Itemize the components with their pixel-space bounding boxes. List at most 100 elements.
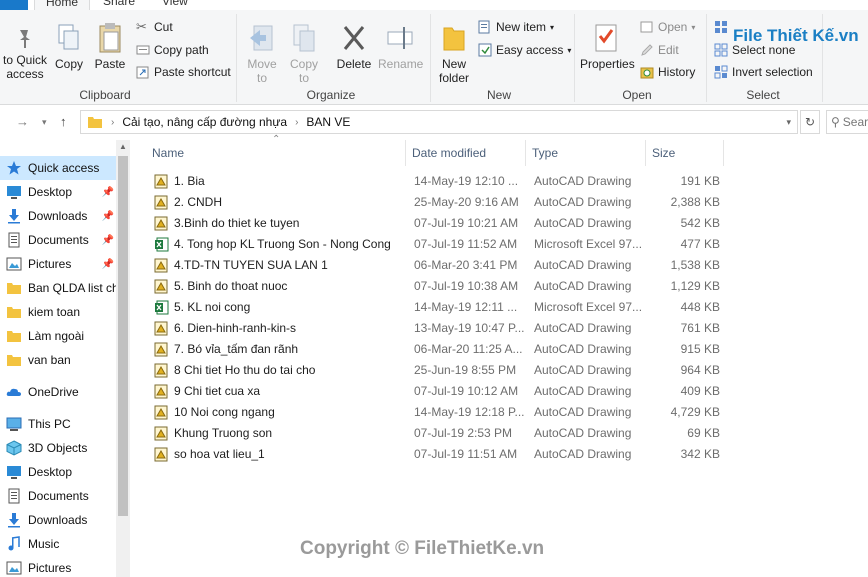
breadcrumb-item[interactable]: Cải tạo, nâng cấp đường nhựa	[122, 115, 287, 129]
nav-item[interactable]: 3D Objects	[0, 436, 116, 460]
delete-button[interactable]: Delete	[334, 22, 374, 71]
rename-button[interactable]: Rename	[378, 22, 423, 71]
file-row[interactable]: so hoa vat lieu_1 07-Jul-19 11:51 AM AutoC…	[148, 444, 728, 465]
file-row[interactable]: 4. Tong hop KL Truong Son - Nong Cong 07-…	[148, 234, 728, 255]
nav-item-label: Music	[28, 537, 60, 551]
nav-item[interactable]: Documents 📌	[0, 228, 116, 252]
file-row[interactable]: 8 Chi tiet Ho thu do tai cho 25-Jun-19 8:…	[148, 360, 728, 381]
file-row[interactable]: Khung Truong son 07-Jul-19 2:53 PM AutoCAD…	[148, 423, 728, 444]
pin-to-quick-access-button[interactable]: to Quick access	[0, 26, 50, 81]
easy-access-button[interactable]: Easy access ▾	[478, 43, 571, 57]
copy-to-icon	[293, 24, 315, 52]
invert-selection-button[interactable]: Invert selection	[714, 65, 813, 79]
select-none-icon	[714, 43, 728, 57]
nav-item-label: Documents	[28, 233, 89, 247]
folder-icon	[6, 352, 22, 368]
nav-item[interactable]: Ban QLDA list ch	[0, 276, 116, 300]
file-name: 2. CNDH	[174, 195, 223, 209]
new-item-button[interactable]: New item ▾	[478, 20, 554, 34]
file-name: 5. KL noi cong	[174, 300, 251, 314]
history-button[interactable]: History	[640, 65, 695, 79]
new-folder-button[interactable]: New folder	[436, 22, 472, 85]
scrollbar-thumb[interactable]	[118, 156, 128, 516]
tab-share[interactable]: Share	[103, 0, 135, 10]
file-row[interactable]: 9 Chi tiet cua xa 07-Jul-19 10:12 AM AutoC…	[148, 381, 728, 402]
folder-icon	[6, 328, 22, 344]
file-type: AutoCAD Drawing	[534, 447, 632, 461]
nav-item[interactable]: van ban	[0, 348, 116, 372]
paste-button[interactable]: Paste	[94, 22, 126, 71]
copy-button[interactable]: Copy	[54, 22, 84, 71]
paste-icon	[99, 23, 121, 53]
autocad-file-icon	[154, 363, 169, 378]
select-group-label: Select	[746, 88, 780, 102]
autocad-file-icon	[154, 174, 169, 189]
nav-item[interactable]: Quick access	[0, 156, 116, 180]
up-arrow-icon[interactable]: ↑	[60, 114, 67, 129]
refresh-button[interactable]: ↻	[800, 110, 820, 134]
column-header-type[interactable]: Type	[526, 140, 646, 166]
nav-item[interactable]: Làm ngoài	[0, 324, 116, 348]
dropdown-icon: ▾	[567, 45, 572, 55]
move-to-button[interactable]: Move to	[244, 22, 280, 85]
file-name: so hoa vat lieu_1	[174, 447, 265, 461]
properties-button[interactable]: Properties	[580, 22, 635, 71]
file-date: 07-Jul-19 10:21 AM	[414, 216, 519, 230]
breadcrumb-item[interactable]: BAN VE	[306, 115, 350, 129]
chevron-right-icon: ›	[295, 116, 299, 128]
nav-item[interactable]: Documents	[0, 484, 116, 508]
nav-item[interactable]: Downloads 📌	[0, 204, 116, 228]
file-row[interactable]: 3.Binh do thiet ke tuyen 07-Jul-19 10:21 …	[148, 213, 728, 234]
scroll-up-icon[interactable]: ▲	[119, 142, 127, 151]
nav-item[interactable]: OneDrive	[0, 380, 116, 404]
download-icon	[6, 208, 22, 224]
nav-item[interactable]: This PC	[0, 412, 116, 436]
search-placeholder: Search	[842, 115, 868, 129]
paste-shortcut-button[interactable]: Paste shortcut	[136, 65, 231, 79]
folder-icon	[6, 304, 22, 320]
tab-file[interactable]	[0, 0, 28, 10]
nav-item[interactable]: Pictures	[0, 556, 116, 577]
folder-icon	[6, 280, 22, 296]
copy-path-button[interactable]: Copy path	[136, 43, 209, 57]
new-item-icon	[478, 20, 490, 34]
nav-scrollbar[interactable]: ▲	[116, 140, 130, 577]
search-input[interactable]: ⚲ Search	[826, 110, 868, 134]
nav-item[interactable]: Downloads	[0, 508, 116, 532]
file-row[interactable]: 10 Noi cong ngang 14-May-19 12:18 P... Aut…	[148, 402, 728, 423]
address-bar[interactable]: › Cải tạo, nâng cấp đường nhựa › BAN VE …	[80, 110, 798, 134]
address-dropdown-icon[interactable]: ▾	[786, 117, 791, 128]
file-type: AutoCAD Drawing	[534, 258, 632, 272]
cut-button[interactable]: ✂ Cut	[136, 20, 173, 35]
nav-item-label: van ban	[28, 353, 71, 367]
file-row[interactable]: 2. CNDH 25-May-20 9:16 AM AutoCAD Drawing 2…	[148, 192, 728, 213]
column-header-size[interactable]: Size	[646, 140, 724, 166]
nav-item[interactable]: Desktop	[0, 460, 116, 484]
back-arrow-icon[interactable]: →	[16, 114, 29, 129]
edit-label: Edit	[658, 43, 679, 57]
recent-locations-chevron-icon[interactable]: ▾	[42, 117, 47, 128]
nav-item[interactable]: Music	[0, 532, 116, 556]
open-button[interactable]: Open ▾	[640, 20, 695, 34]
nav-item[interactable]: kiem toan	[0, 300, 116, 324]
ribbon: to Quick access Copy Paste ✂ Cut Copy pa…	[0, 10, 868, 105]
file-date: 14-May-19 12:10 ...	[414, 174, 519, 188]
navigation-pane: Quick access Desktop 📌 Downloads 📌 Documents 📌…	[0, 140, 130, 577]
nav-item[interactable]: Pictures 📌	[0, 252, 116, 276]
nav-item-label: Downloads	[28, 513, 88, 527]
tab-home[interactable]: Home	[34, 0, 90, 10]
tab-view[interactable]: View	[162, 0, 188, 10]
column-header-name[interactable]: Name	[146, 140, 406, 166]
column-header-date[interactable]: Date modified	[406, 140, 526, 166]
file-row[interactable]: 7. Bó vỉa_tấm đan rãnh 06-Mar-20 11:25 A.…	[148, 339, 728, 360]
file-row[interactable]: 4.TD-TN TUYEN SUA LAN 1 06-Mar-20 3:41 PM…	[148, 255, 728, 276]
edit-button[interactable]: Edit	[640, 43, 679, 57]
file-row[interactable]: 5. Binh do thoat nuoc 07-Jul-19 10:38 AM A…	[148, 276, 728, 297]
file-size: 1,129 KB	[670, 279, 720, 293]
file-row[interactable]: 5. KL noi cong 14-May-19 12:11 ... Microso…	[148, 297, 728, 318]
nav-item[interactable]: Desktop 📌	[0, 180, 116, 204]
file-row[interactable]: 1. Bia 14-May-19 12:10 ... AutoCAD Drawing…	[148, 171, 728, 192]
copy-to-button[interactable]: Copy to	[286, 22, 322, 85]
file-row[interactable]: 6. Dien-hinh-ranh-kin-s 13-May-19 10:47 P…	[148, 318, 728, 339]
nav-item-label: Pictures	[28, 561, 72, 575]
